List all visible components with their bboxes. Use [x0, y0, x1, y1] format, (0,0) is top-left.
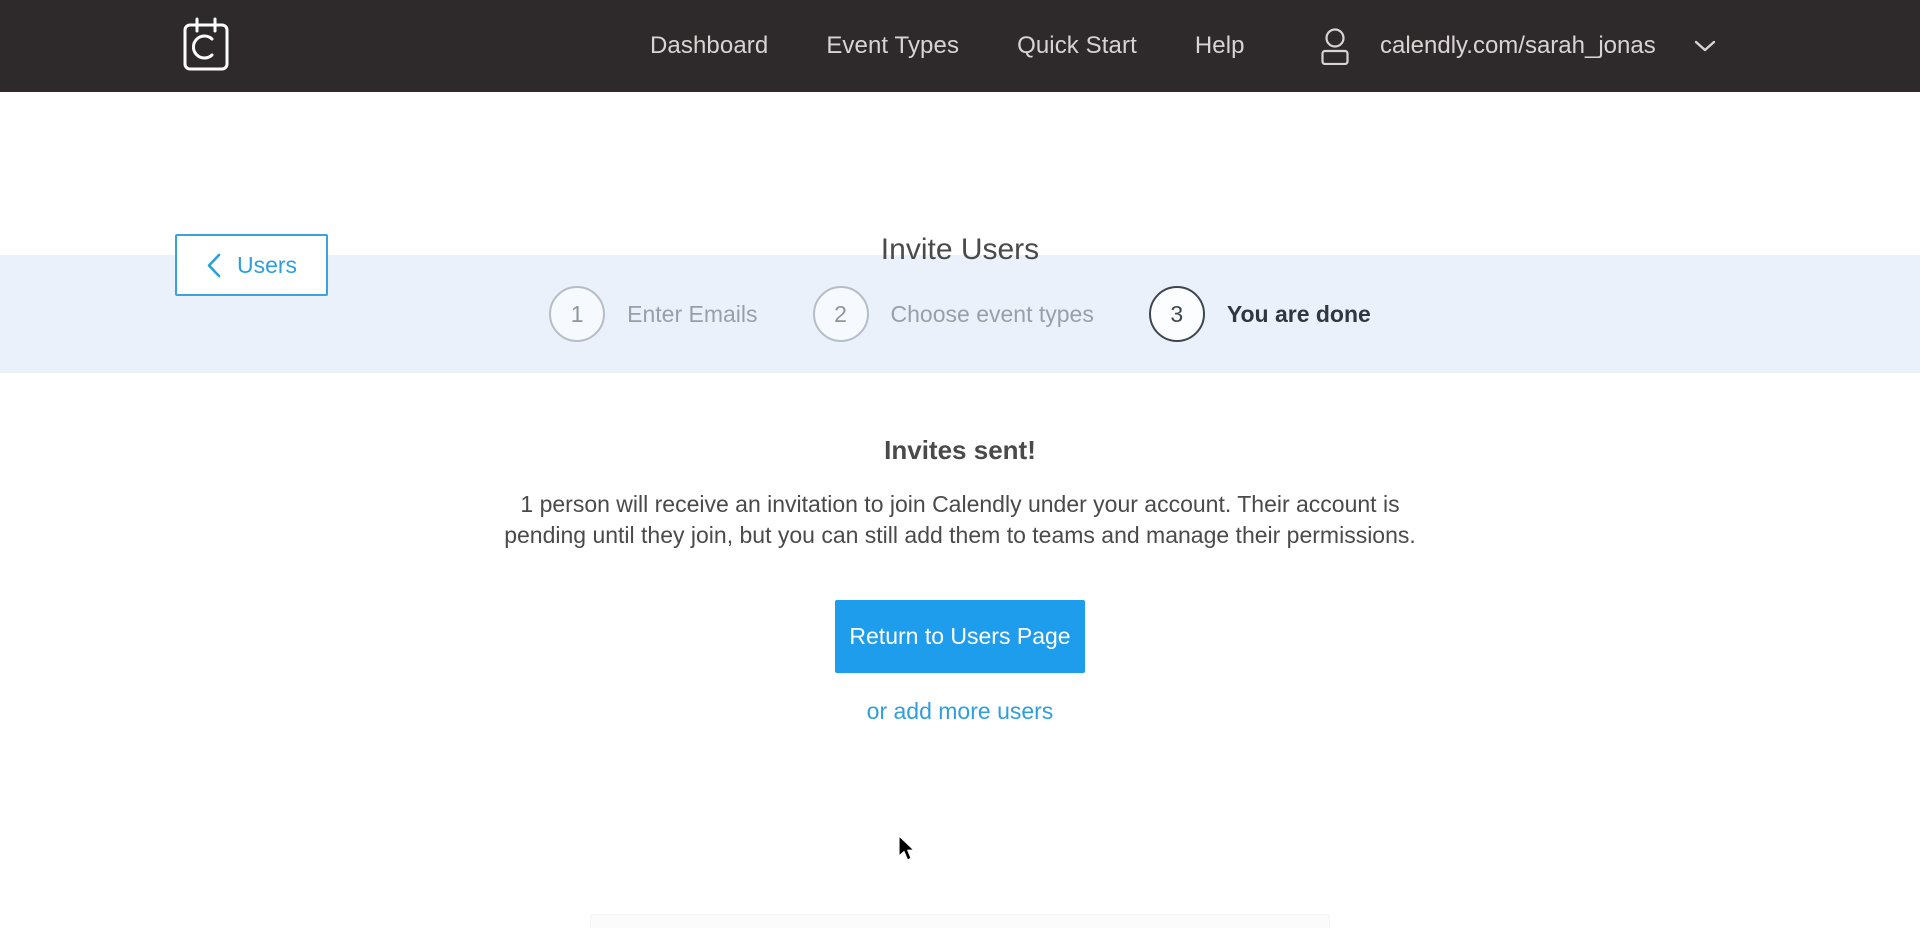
invites-sent-description: 1 person will receive an invitation to j… — [504, 491, 1416, 548]
account-url-label: calendly.com/sarah_jonas — [1380, 32, 1656, 59]
step-3-you-are-done[interactable]: 3 You are done — [1148, 286, 1371, 342]
calendly-calendar-logo-icon — [183, 17, 229, 71]
step-1-label: Enter Emails — [627, 300, 758, 327]
step-1-number: 1 — [549, 286, 606, 342]
chevron-down-icon[interactable] — [1692, 38, 1718, 54]
page-title: Invite Users — [880, 233, 1040, 266]
invites-sent-heading: Invites sent! — [884, 435, 1036, 465]
step-2-label: Choose event types — [890, 300, 1094, 327]
nav-link-event-types[interactable]: Event Types — [826, 32, 959, 60]
bottom-panel-edge — [590, 914, 1330, 928]
nav-link-dashboard[interactable]: Dashboard — [650, 32, 768, 60]
add-more-users-link[interactable]: or add more users — [0, 698, 1920, 725]
main-content: Invites sent! 1 person will receive an i… — [0, 373, 1920, 928]
step-2-number: 2 — [812, 286, 869, 342]
nav-link-help[interactable]: Help — [1195, 32, 1245, 60]
user-icon — [1321, 28, 1349, 65]
nav-link-quick-start[interactable]: Quick Start — [1017, 32, 1137, 60]
step-1-enter-emails[interactable]: 1 Enter Emails — [549, 286, 758, 342]
account-menu[interactable]: calendly.com/sarah_jonas — [1318, 27, 1718, 65]
step-3-label: You are done — [1226, 300, 1371, 327]
step-2-choose-event-types[interactable]: 2 Choose event types — [812, 286, 1094, 342]
top-navigation-bar: Dashboard Event Types Quick Start Help c… — [0, 0, 1920, 92]
step-3-number: 3 — [1148, 286, 1205, 342]
mouse-cursor — [898, 835, 915, 861]
return-to-users-page-button[interactable]: Return to Users Page — [835, 600, 1085, 673]
main-nav-links: Dashboard Event Types Quick Start Help — [650, 32, 1245, 60]
page-header: Users Invite Users — [0, 92, 1920, 296]
calendly-logo[interactable] — [175, 15, 237, 77]
